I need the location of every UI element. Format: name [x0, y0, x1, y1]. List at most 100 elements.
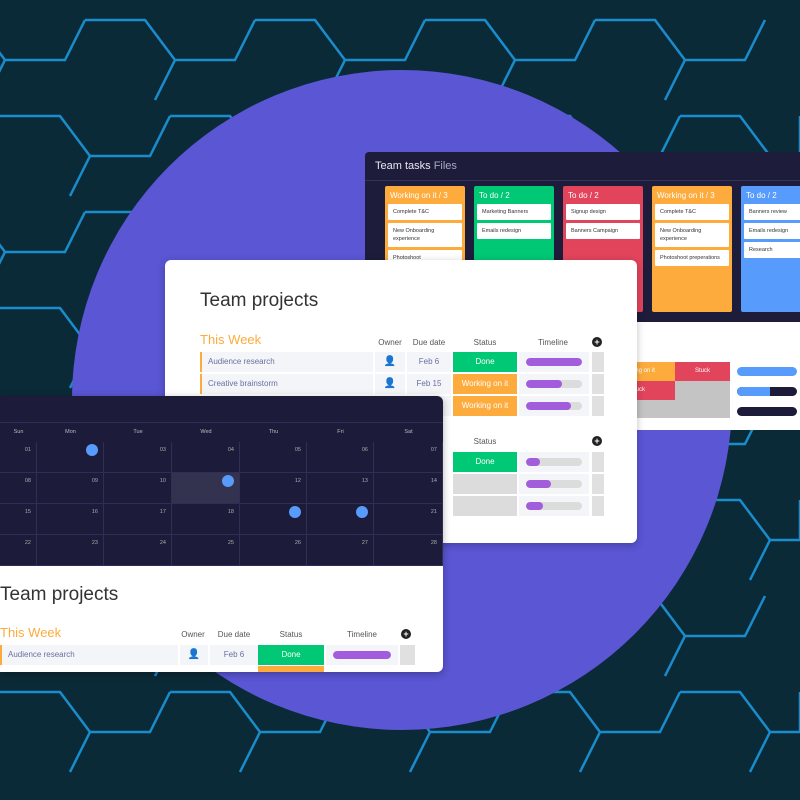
kanban-title: Team tasks Files — [375, 160, 457, 172]
timeline-cell[interactable] — [519, 452, 589, 472]
item-name[interactable]: Audience research — [200, 352, 373, 372]
task-card[interactable]: Complete T&C — [388, 204, 462, 220]
group-title-2: This Week — [0, 625, 62, 640]
calendar-day[interactable]: 21 — [374, 504, 443, 535]
add-column-icon[interactable]: + — [401, 629, 411, 639]
header-status: Status — [279, 630, 303, 639]
add-column-icon[interactable]: + — [592, 337, 602, 347]
task-card[interactable]: Emails redesign — [744, 223, 800, 239]
column-title: To do / 2 — [746, 191, 777, 200]
files-tab[interactable]: Files — [434, 160, 457, 172]
column-title: Working on it / 3 — [657, 191, 715, 200]
task-card[interactable]: Research — [744, 242, 800, 258]
table-row[interactable]: Done — [453, 452, 604, 472]
event-dot[interactable] — [356, 506, 368, 518]
calendar-day[interactable]: 01 — [0, 442, 37, 473]
task-card[interactable]: New Onboarding experience — [655, 223, 729, 247]
calendar-day[interactable]: 23 — [37, 535, 104, 566]
calendar-grid: Sun Mon Tue Wed Thu Fri Sat 01 03 04 05 06 07 08 09 10 1… — [0, 396, 443, 566]
page-title-2: Team projects — [0, 584, 119, 605]
timeline-cell[interactable] — [519, 396, 589, 416]
status-cell[interactable]: Working on it — [453, 374, 517, 394]
day-name: Wed — [200, 429, 212, 435]
calendar-day[interactable]: 22 — [0, 535, 37, 566]
column-title: To do / 2 — [568, 191, 599, 200]
status-cell[interactable]: Working on it — [453, 396, 517, 416]
timeline-bar[interactable] — [737, 387, 797, 396]
timeline-cell[interactable] — [519, 496, 589, 516]
calendar-day[interactable]: 27 — [307, 535, 374, 566]
calendar-day[interactable]: 08 — [0, 473, 37, 504]
task-card[interactable]: New Onboarding experience — [388, 223, 462, 247]
status-cell[interactable]: Done — [453, 352, 517, 372]
header-due: Due date — [217, 630, 251, 639]
task-card[interactable]: Banners review — [744, 204, 800, 220]
status-cell[interactable] — [453, 496, 517, 516]
calendar-day[interactable]: 26 — [240, 535, 307, 566]
status-cell[interactable]: Done — [258, 645, 324, 665]
kanban-column: To do / 2 Banners review Emails redesign Re… — [741, 186, 800, 312]
calendar-day[interactable]: 17 — [104, 504, 172, 535]
day-name: Sun — [13, 429, 24, 435]
calendar-day[interactable]: 18 — [172, 504, 240, 535]
table-row[interactable] — [453, 496, 604, 516]
table-row[interactable]: Audience research 👤 Feb 6 Done — [200, 352, 604, 372]
calendar-day[interactable]: 16 — [37, 504, 104, 535]
due-date[interactable]: Feb 6 — [407, 352, 451, 372]
status-cell[interactable] — [453, 474, 517, 494]
calendar-day[interactable]: 25 — [172, 535, 240, 566]
header-owner: Owner — [378, 338, 402, 347]
item-name[interactable]: Audience research — [0, 645, 178, 665]
timeline-cell[interactable] — [326, 645, 398, 665]
event-dot[interactable] — [222, 475, 234, 487]
calendar-day[interactable]: 10 — [104, 473, 172, 504]
task-card[interactable]: Signup design — [566, 204, 640, 220]
day-name: Sat — [404, 429, 413, 435]
table-row[interactable]: Creative brainstorm 👤 Feb 15 Working on … — [200, 374, 604, 394]
add-column-icon[interactable]: + — [592, 436, 602, 446]
due-date[interactable]: Feb 6 — [210, 645, 258, 665]
header-timeline: Timeline — [347, 630, 377, 639]
column-title: To do / 2 — [479, 191, 510, 200]
calendar-day[interactable]: 24 — [104, 535, 172, 566]
header-timeline: Timeline — [538, 338, 568, 347]
task-card[interactable]: Emails redesign — [477, 223, 551, 239]
task-card[interactable]: Complete T&C — [655, 204, 729, 220]
calendar-day[interactable]: 12 — [240, 473, 307, 504]
calendar-day[interactable]: 13 — [307, 473, 374, 504]
timeline-bar[interactable] — [737, 367, 797, 376]
timeline-cell[interactable] — [519, 352, 589, 372]
column-title: Working on it / 3 — [390, 191, 448, 200]
table-row[interactable]: Audience research 👤 Feb 6 Done — [0, 645, 415, 665]
item-name[interactable]: Creative brainstorm — [200, 374, 373, 394]
calendar-day[interactable]: 05 — [240, 442, 307, 473]
timeline-cell[interactable] — [519, 474, 589, 494]
person-icon: 👤 — [180, 645, 208, 665]
timeline-bar[interactable] — [737, 407, 797, 416]
calendar-day[interactable]: 28 — [374, 535, 443, 566]
timeline-cell[interactable] — [519, 374, 589, 394]
task-card[interactable]: Marketing Banners — [477, 204, 551, 220]
person-icon: 👤 — [375, 374, 405, 394]
event-dot[interactable] — [289, 506, 301, 518]
calendar-day[interactable]: 04 — [172, 442, 240, 473]
calendar-day[interactable]: 09 — [37, 473, 104, 504]
task-card[interactable]: Photoshoot preperations — [655, 250, 729, 266]
header-status: Status — [473, 338, 497, 347]
header-owner: Owner — [181, 630, 205, 639]
group-title: This Week — [200, 332, 262, 347]
calendar-day[interactable]: 06 — [307, 442, 374, 473]
status-cell[interactable] — [675, 381, 730, 400]
status-cell[interactable]: Done — [453, 452, 517, 472]
day-name: Fri — [337, 429, 344, 435]
event-dot[interactable] — [86, 444, 98, 456]
calendar-day[interactable]: 14 — [374, 473, 443, 504]
table-row[interactable] — [453, 474, 604, 494]
calendar-day[interactable]: 07 — [374, 442, 443, 473]
status-cell[interactable] — [258, 666, 324, 672]
status-cell[interactable]: Stuck — [675, 362, 730, 381]
due-date[interactable]: Feb 15 — [407, 374, 451, 394]
calendar-day[interactable]: 15 — [0, 504, 37, 535]
calendar-day[interactable]: 03 — [104, 442, 172, 473]
task-card[interactable]: Banners Campaign — [566, 223, 640, 239]
